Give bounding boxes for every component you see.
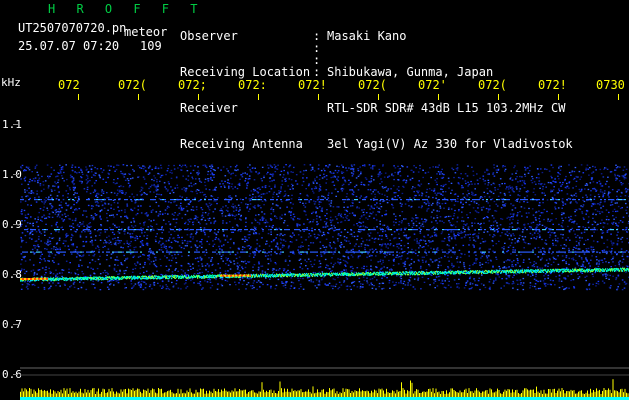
file-name: UT2507070720.pn (18, 21, 127, 35)
time-tick-label: 072! (538, 78, 567, 92)
freq-tick-label: 1.1 (2, 118, 22, 131)
freq-tick-mark (13, 324, 18, 325)
time-tick-label: 0730 (596, 78, 625, 92)
event-type: meteor (124, 25, 168, 39)
spectrogram-canvas (20, 164, 629, 400)
time-tick-label: 072: (238, 78, 267, 92)
time-tick-label: 072; (178, 78, 207, 92)
freq-tick-mark (13, 374, 18, 375)
freq-tick-mark (13, 124, 18, 125)
time-tick-label: 072 (58, 78, 80, 92)
time-tick-label: 072( (478, 78, 507, 92)
freq-tick-label: 0.9 (2, 218, 22, 231)
time-tick-label: 072' (418, 78, 447, 92)
time-tick-label: 072( (118, 78, 147, 92)
meta-label-location: Receiving Location (180, 65, 311, 79)
time-axis: 072 072( 072; 072: 072! 072( 072' 072( 072! 0730 (0, 78, 629, 100)
freq-tick-label: 1.0 (2, 168, 22, 181)
event-count: 109 (140, 39, 162, 53)
freq-axis: 1.1 1.0 0.9 0.8 0.7 0.6 (0, 96, 22, 400)
time-tick-label: 072( (358, 78, 387, 92)
date-time: 25.07.07 07:20 (18, 39, 120, 53)
spectrogram (20, 96, 629, 400)
meta-label-observer: Observer (180, 29, 238, 43)
time-tick-label: 072! (298, 78, 327, 92)
freq-tick-label: 0.7 (2, 318, 22, 331)
freq-tick-mark (13, 274, 18, 275)
freq-tick-mark (13, 174, 18, 175)
meta-value-location: Shibukawa, Gunma, Japan (327, 65, 494, 79)
signal-strength-strip (20, 379, 629, 400)
freq-tick-label: 0.8 (2, 268, 22, 281)
carrier-trace (20, 267, 629, 282)
freq-tick-label: 0.6 (2, 368, 22, 381)
freq-tick-mark (13, 224, 18, 225)
meta-value-observer: Masaki Kano (327, 29, 407, 43)
